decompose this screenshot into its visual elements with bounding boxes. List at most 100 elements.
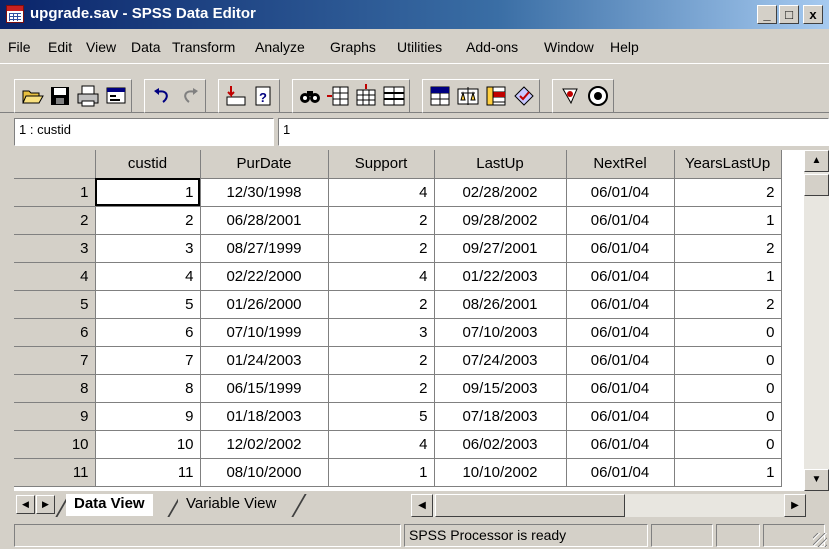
resize-grip[interactable] [813, 533, 827, 547]
yearslastup-cell[interactable]: 2 [674, 290, 782, 319]
custid-cell[interactable]: 1 [95, 178, 201, 207]
nextrel-cell[interactable]: 06/01/04 [566, 318, 675, 347]
lastup-cell[interactable]: 01/22/2003 [434, 262, 567, 291]
yearslastup-cell[interactable]: 0 [674, 430, 782, 459]
menu-transform[interactable]: Transform [172, 39, 235, 55]
define-sets-icon[interactable] [557, 83, 583, 109]
menu-help[interactable]: Help [610, 39, 639, 55]
split-file-icon[interactable] [381, 83, 407, 109]
row-number[interactable]: 4 [14, 262, 96, 291]
tab-data-view[interactable]: Data View [66, 494, 153, 516]
nextrel-cell[interactable]: 06/01/04 [566, 402, 675, 431]
nextrel-cell[interactable]: 06/01/04 [566, 458, 675, 487]
show-all-icon[interactable] [585, 83, 611, 109]
variables-icon[interactable]: ? [251, 83, 277, 109]
purdate-cell[interactable]: 01/26/2000 [200, 290, 329, 319]
menu-window[interactable]: Window [544, 39, 594, 55]
tab-next-button[interactable]: ▶ [36, 495, 55, 514]
tab-variable-view[interactable]: Variable View [178, 494, 285, 516]
yearslastup-cell[interactable]: 2 [674, 178, 782, 207]
custid-cell[interactable]: 11 [95, 458, 201, 487]
scroll-up-button[interactable]: ▲ [804, 150, 829, 172]
row-number[interactable]: 2 [14, 206, 96, 235]
purdate-cell[interactable]: 07/10/1999 [200, 318, 329, 347]
support-cell[interactable]: 2 [328, 346, 435, 375]
menu-file[interactable]: File [8, 39, 31, 55]
yearslastup-cell[interactable]: 1 [674, 458, 782, 487]
support-cell[interactable]: 2 [328, 234, 435, 263]
custid-cell[interactable]: 6 [95, 318, 201, 347]
menu-add-ons[interactable]: Add-ons [466, 39, 518, 55]
lastup-cell[interactable]: 02/28/2002 [434, 178, 567, 207]
lastup-cell[interactable]: 08/26/2001 [434, 290, 567, 319]
lastup-cell[interactable]: 07/18/2003 [434, 402, 567, 431]
spss-app-icon[interactable] [6, 5, 24, 23]
row-number[interactable]: 6 [14, 318, 96, 347]
tab-prev-button[interactable]: ◀ [16, 495, 35, 514]
yearslastup-cell[interactable]: 0 [674, 402, 782, 431]
title-bar[interactable]: upgrade.sav - SPSS Data Editor _ □ x [0, 0, 829, 29]
custid-cell[interactable]: 4 [95, 262, 201, 291]
column-header-support[interactable]: Support [328, 150, 435, 179]
find-icon[interactable] [297, 83, 323, 109]
support-cell[interactable]: 5 [328, 402, 435, 431]
row-number[interactable]: 5 [14, 290, 96, 319]
scroll-right-button[interactable]: ▶ [784, 494, 806, 517]
row-number[interactable]: 9 [14, 402, 96, 431]
scroll-left-button[interactable]: ◀ [411, 494, 433, 517]
support-cell[interactable]: 4 [328, 178, 435, 207]
row-number[interactable]: 7 [14, 346, 96, 375]
yearslastup-cell[interactable]: 1 [674, 206, 782, 235]
vertical-scrollbar[interactable]: ▲ ▼ [804, 150, 829, 491]
nextrel-cell[interactable]: 06/01/04 [566, 262, 675, 291]
lastup-cell[interactable]: 09/15/2003 [434, 374, 567, 403]
close-button[interactable]: x [803, 5, 823, 24]
custid-cell[interactable]: 9 [95, 402, 201, 431]
nextrel-cell[interactable]: 06/01/04 [566, 178, 675, 207]
lastup-cell[interactable]: 06/02/2003 [434, 430, 567, 459]
value-labels-icon[interactable] [483, 83, 509, 109]
lastup-cell[interactable]: 10/10/2002 [434, 458, 567, 487]
purdate-cell[interactable]: 01/24/2003 [200, 346, 329, 375]
row-number[interactable]: 3 [14, 234, 96, 263]
lastup-cell[interactable]: 09/27/2001 [434, 234, 567, 263]
yearslastup-cell[interactable]: 0 [674, 374, 782, 403]
support-cell[interactable]: 4 [328, 430, 435, 459]
yearslastup-cell[interactable]: 1 [674, 262, 782, 291]
column-header-lastup[interactable]: LastUp [434, 150, 567, 179]
weight-cases-icon[interactable] [427, 83, 453, 109]
undo-icon[interactable] [149, 83, 175, 109]
custid-cell[interactable]: 7 [95, 346, 201, 375]
use-sets-icon[interactable] [511, 83, 537, 109]
purdate-cell[interactable]: 02/22/2000 [200, 262, 329, 291]
menu-data[interactable]: Data [131, 39, 161, 55]
column-header-nextrel[interactable]: NextRel [566, 150, 675, 179]
horizontal-scrollbar[interactable]: ◀ ▶ [411, 494, 806, 517]
go-to-case-icon[interactable] [223, 83, 249, 109]
custid-cell[interactable]: 2 [95, 206, 201, 235]
custid-cell[interactable]: 5 [95, 290, 201, 319]
yearslastup-cell[interactable]: 0 [674, 318, 782, 347]
save-icon[interactable] [47, 83, 73, 109]
menu-utilities[interactable]: Utilities [397, 39, 442, 55]
cell-value-input[interactable]: 1 [278, 118, 829, 146]
vertical-scroll-thumb[interactable] [804, 174, 829, 196]
nextrel-cell[interactable]: 06/01/04 [566, 290, 675, 319]
support-cell[interactable]: 4 [328, 262, 435, 291]
purdate-cell[interactable]: 01/18/2003 [200, 402, 329, 431]
minimize-button[interactable]: _ [757, 5, 777, 24]
support-cell[interactable]: 3 [328, 318, 435, 347]
nextrel-cell[interactable]: 06/01/04 [566, 374, 675, 403]
support-cell[interactable]: 2 [328, 374, 435, 403]
support-cell[interactable]: 2 [328, 290, 435, 319]
support-cell[interactable]: 2 [328, 206, 435, 235]
purdate-cell[interactable]: 12/02/2002 [200, 430, 329, 459]
purdate-cell[interactable]: 08/27/1999 [200, 234, 329, 263]
lastup-cell[interactable]: 07/24/2003 [434, 346, 567, 375]
lastup-cell[interactable]: 09/28/2002 [434, 206, 567, 235]
row-number[interactable]: 8 [14, 374, 96, 403]
custid-cell[interactable]: 10 [95, 430, 201, 459]
insert-variable-icon[interactable] [353, 83, 379, 109]
nextrel-cell[interactable]: 06/01/04 [566, 346, 675, 375]
grid-corner[interactable] [14, 150, 96, 179]
